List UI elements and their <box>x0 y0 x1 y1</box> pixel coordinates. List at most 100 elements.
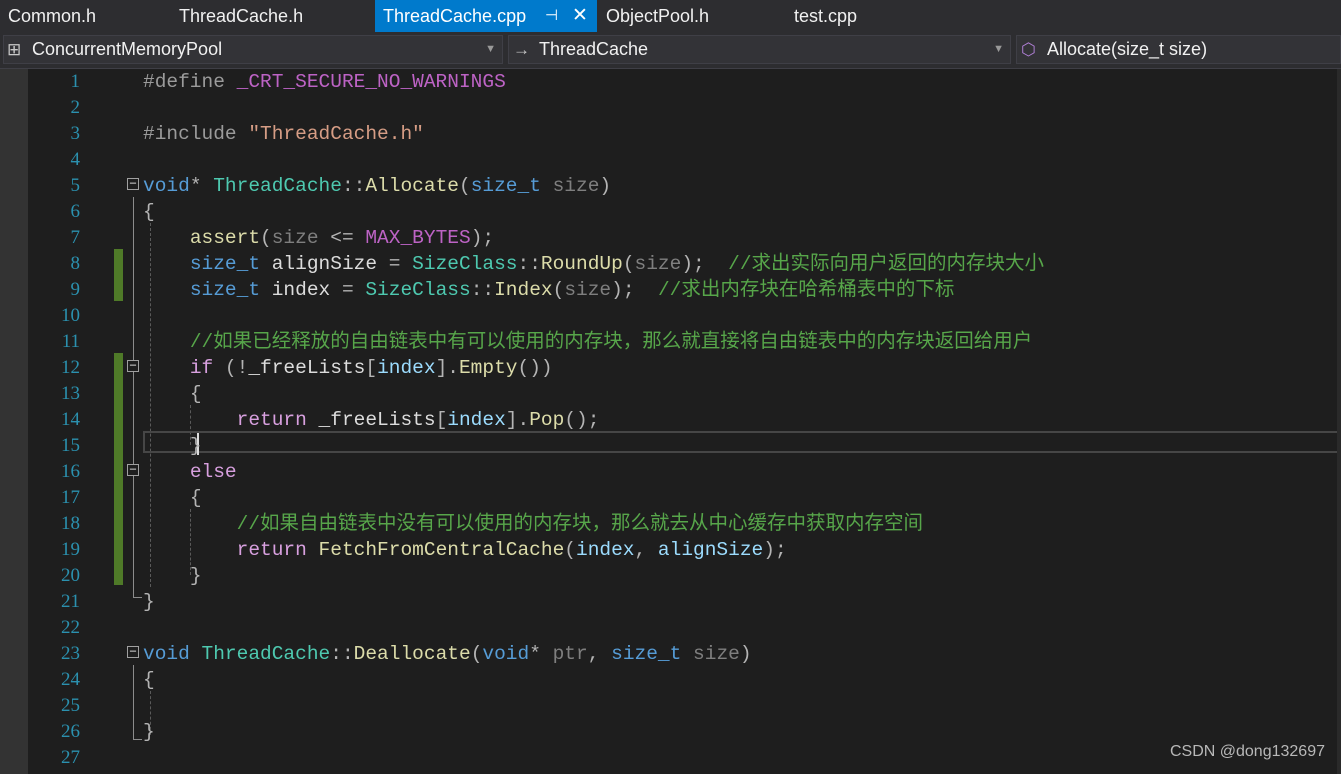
code-token: Index <box>494 279 553 301</box>
code-token: else <box>189 461 237 483</box>
code-line[interactable]: { <box>143 199 155 225</box>
arrow-right-icon: → <box>513 40 530 59</box>
code-token: { <box>189 383 202 405</box>
code-line[interactable]: } <box>143 589 155 615</box>
tab-threadcache-h[interactable]: ThreadCache.h <box>171 0 374 32</box>
tab-threadcache-cpp[interactable]: ThreadCache.cpp ⊣ ✕ <box>375 0 597 32</box>
line-number: 4 <box>70 149 81 170</box>
code-line[interactable]: //如果已经释放的自由链表中有可以使用的内存块，那么就直接将自由链表中的内存块返… <box>143 329 1032 355</box>
close-icon[interactable]: ✕ <box>572 0 588 32</box>
code-token: _CRT_SECURE_NO_WARNINGS <box>236 71 506 93</box>
code-token: size <box>634 253 682 275</box>
code-token: Deallocate <box>353 643 471 665</box>
line-number: 3 <box>70 123 81 144</box>
line-number: 27 <box>61 747 80 768</box>
code-token: ( <box>260 227 272 249</box>
code-token: , <box>634 539 658 561</box>
code-token: index <box>576 539 635 561</box>
line-number: 6 <box>70 201 81 222</box>
line-number: 22 <box>61 617 80 638</box>
code-line[interactable]: size_t alignSize = SizeClass::RoundUp(si… <box>143 251 1044 277</box>
code-token: void <box>143 175 190 197</box>
line-number: 21 <box>61 591 80 612</box>
code-token: ); <box>763 539 787 561</box>
code-token: ) <box>739 643 752 665</box>
project-dropdown[interactable]: ⊞ ConcurrentMemoryPool ▼ <box>3 35 503 64</box>
code-line[interactable]: size_t index = SizeClass::Index(size); /… <box>143 277 955 303</box>
code-token: size <box>564 279 612 301</box>
code-token: :: <box>517 253 541 275</box>
tab-test-cpp[interactable]: test.cpp <box>786 0 906 32</box>
code-token: size <box>681 643 740 665</box>
scope-dropdown[interactable]: → ThreadCache ▼ <box>508 35 1011 64</box>
line-number: 9 <box>70 279 81 300</box>
code-token: size <box>540 175 600 197</box>
method-cube-icon: ⬡ <box>1021 40 1036 59</box>
code-line[interactable]: #include "ThreadCache.h" <box>143 121 424 147</box>
tab-objectpool-h[interactable]: ObjectPool.h <box>598 0 785 32</box>
code-line[interactable]: return _freeLists[index].Pop(); <box>143 407 600 433</box>
code-token: { <box>143 669 155 691</box>
code-line[interactable]: //如果自由链表中没有可以使用的内存块，那么就去从中心缓存中获取内存空间 <box>143 511 923 537</box>
code-token: = <box>341 279 366 301</box>
code-line[interactable]: return FetchFromCentralCache(index, alig… <box>143 537 787 563</box>
code-line[interactable]: } <box>143 719 155 745</box>
vertical-scrollbar[interactable] <box>1337 69 1341 774</box>
line-number: 7 <box>70 227 81 248</box>
code-line[interactable]: { <box>143 485 202 511</box>
code-line[interactable]: void* ThreadCache::Allocate(size_t size) <box>143 173 611 199</box>
collapse-icon[interactable]: − <box>127 463 139 476</box>
pin-icon[interactable]: ⊣ <box>545 0 558 32</box>
code-token: //如果已经释放的自由链表中有可以使用的内存块，那么就直接将自由链表中的内存块返… <box>189 331 1033 353</box>
code-token: = <box>388 253 413 275</box>
code-token: assert <box>189 227 261 249</box>
collapse-icon[interactable]: − <box>127 177 139 190</box>
code-token: Allocate <box>365 175 459 197</box>
collapse-icon[interactable]: − <box>127 359 139 372</box>
code-token: ( <box>552 279 565 301</box>
line-number: 19 <box>61 539 80 560</box>
code-token: SizeClass <box>365 279 471 301</box>
code-line[interactable]: { <box>143 381 202 407</box>
code-token: FetchFromCentralCache <box>318 539 565 561</box>
code-token: return <box>236 409 307 431</box>
code-line[interactable]: #define _CRT_SECURE_NO_WARNINGS <box>143 69 506 95</box>
code-line[interactable]: { <box>143 667 155 693</box>
chevron-down-icon: ▼ <box>993 43 1004 55</box>
code-token: { <box>189 487 202 509</box>
code-token: (! <box>213 357 249 379</box>
code-token: index <box>447 409 506 431</box>
collapse-icon[interactable]: − <box>127 645 139 658</box>
tab-label: ThreadCache.h <box>179 6 304 26</box>
code-line[interactable]: } <box>143 433 202 459</box>
code-line[interactable]: assert(size <= MAX_BYTES); <box>143 225 494 251</box>
code-token: size <box>271 227 319 249</box>
scope-label: ThreadCache <box>539 39 649 59</box>
tab-label: Common.h <box>8 6 97 26</box>
tab-label: ThreadCache.cpp <box>383 6 527 26</box>
line-number: 12 <box>61 357 80 378</box>
code-token: } <box>143 721 155 743</box>
project-label: ConcurrentMemoryPool <box>32 39 223 59</box>
code-token: void <box>143 643 190 665</box>
tab-common-h[interactable]: Common.h <box>0 0 170 32</box>
navigation-bar: ⊞ ConcurrentMemoryPool ▼ → ThreadCache ▼… <box>0 32 1341 69</box>
line-number: 15 <box>61 435 80 456</box>
code-token: size_t <box>189 279 261 301</box>
code-line[interactable]: else <box>143 459 237 485</box>
code-token: ( <box>564 539 576 561</box>
code-line[interactable]: } <box>143 563 202 589</box>
member-dropdown[interactable]: ⬡ Allocate(size_t size) <box>1016 35 1341 64</box>
code-editor[interactable]: 1 2 3 4 5 6 7 8 9 10 11 12 13 14 15 16 17 18 19 20 21 22 23 24 2… <box>0 69 1341 774</box>
code-line[interactable]: if (!_freeLists[index].Empty()) <box>143 355 553 381</box>
code-line[interactable]: void ThreadCache::Deallocate(void* ptr, … <box>143 641 752 667</box>
